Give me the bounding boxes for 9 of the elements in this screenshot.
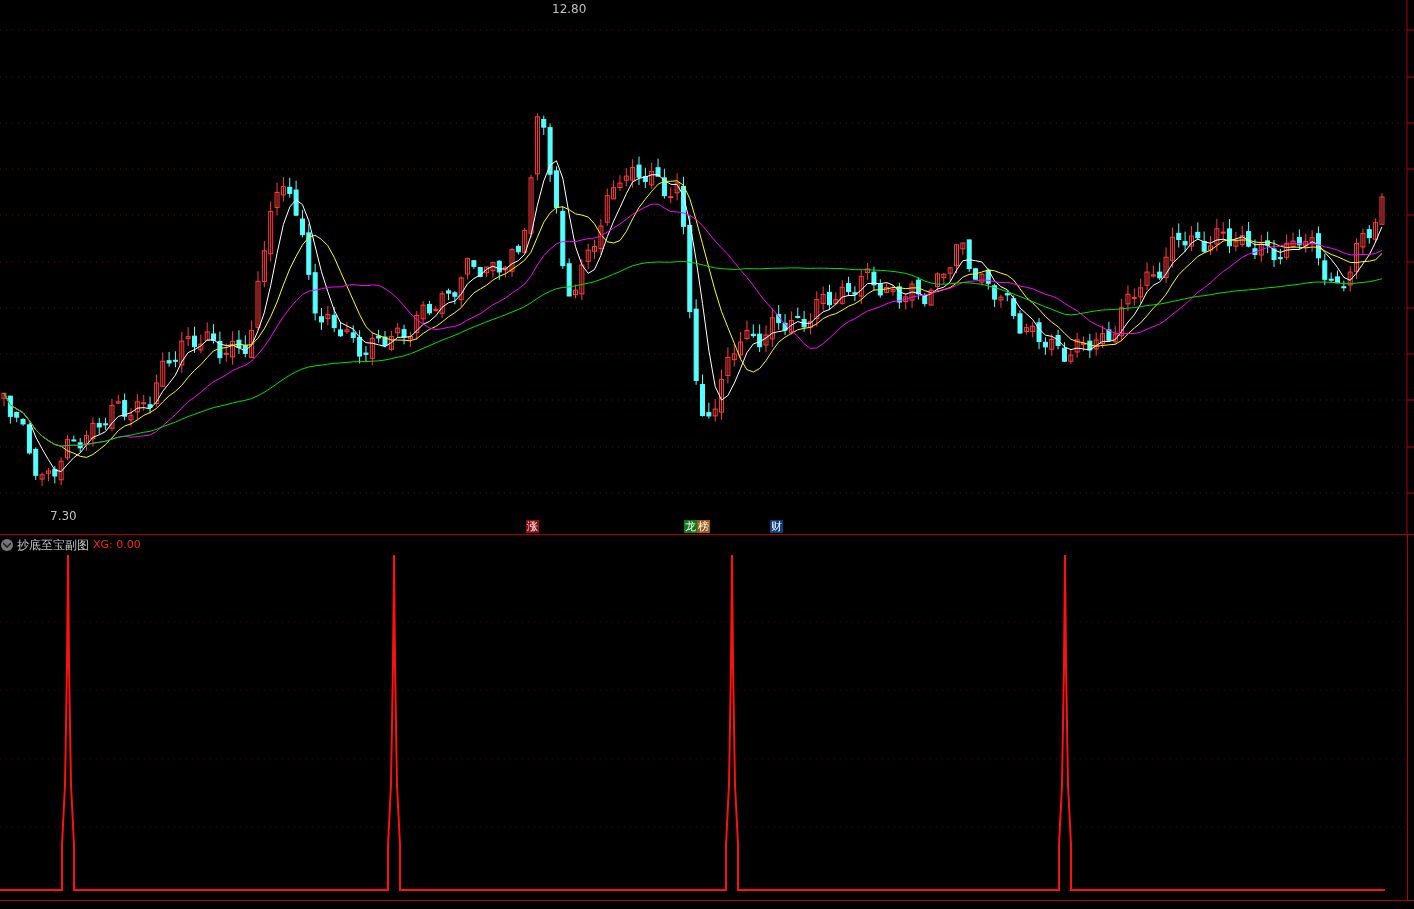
event-marker[interactable]: 财 — [770, 520, 783, 533]
collapse-toggle-icon[interactable] — [1, 539, 13, 551]
event-marker[interactable]: 涨 — [526, 520, 539, 533]
low-price-label: 7.30 — [50, 508, 77, 525]
indicator-name: 抄底至宝副图 — [17, 537, 89, 554]
event-marker[interactable]: 龙 — [684, 520, 697, 533]
event-marker[interactable]: 榜 — [697, 520, 710, 533]
high-price-label: 12.80 — [552, 1, 587, 18]
indicator-reading: XG: 0.00 — [93, 536, 141, 553]
